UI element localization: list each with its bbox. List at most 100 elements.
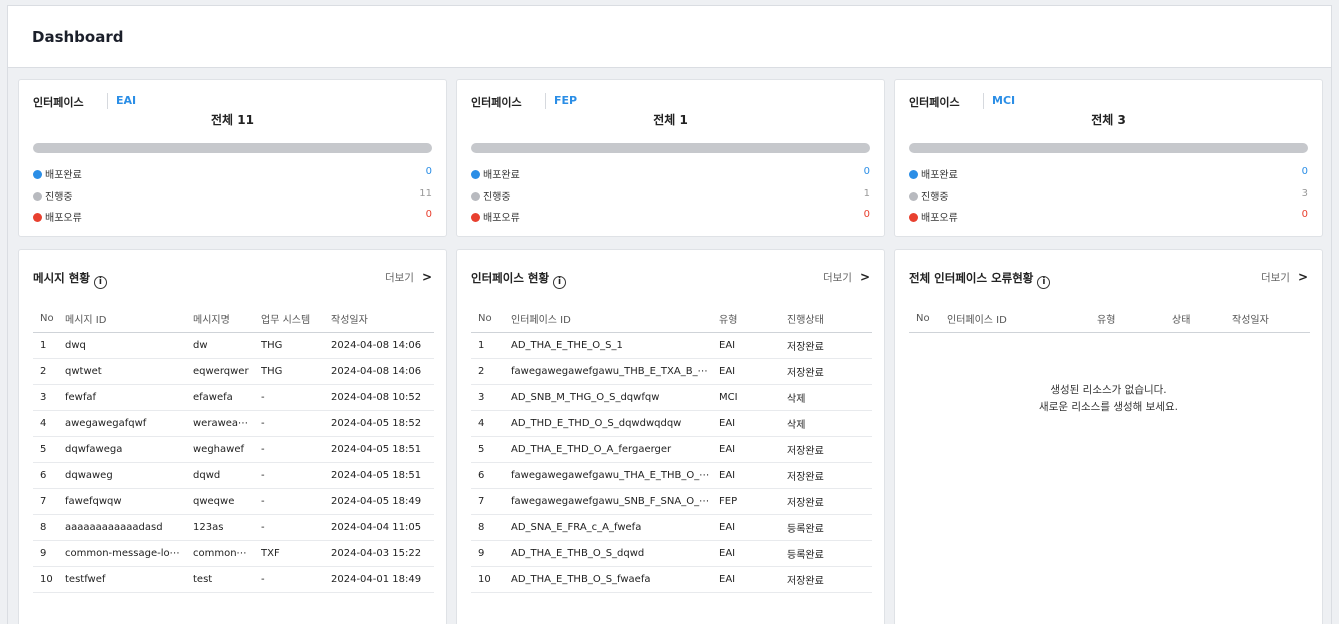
status-label: 진행중 [45, 192, 73, 203]
blue-dot-icon [471, 170, 480, 179]
table-row[interactable]: 10 testfwef test -2024-04-01 18:49 [33, 566, 434, 593]
table-cell: AD_THA_E_THB_O_S_dqwd [511, 540, 719, 567]
column-header: 작성일자 [331, 305, 434, 333]
summary-card-eai: 인터페이스 EAI 전체 11 배포완료 0 진행중 11 배포오류 0 [18, 79, 447, 237]
card-total: 전체 1 [653, 113, 688, 127]
table-cell: - [261, 514, 331, 541]
table-cell: fawegawegawefgawu_SNB_F_SNA_O_⋯ [511, 488, 719, 515]
progress-bar [909, 143, 1308, 153]
status-count: 0 [863, 166, 870, 177]
column-header: 진행상태 [787, 305, 872, 333]
info-icon[interactable]: i [93, 276, 107, 289]
table-row[interactable]: 7 fawegawegawefgawu_SNB_F_SNA_O_⋯ FEP 저장완료 [471, 488, 872, 515]
card-label: 인터페이스 [33, 96, 84, 109]
table-row[interactable]: 9 common-message-lo⋯ common⋯ TXF 2024-04-03 … [33, 540, 434, 567]
table-cell: dqwd [193, 462, 261, 489]
table-cell: 2024-04-05 18:51 [331, 462, 434, 489]
column-header: 유형 [719, 305, 787, 333]
table-row[interactable]: 3 AD_SNB_M_THG_O_S_dqwfqw MCI 삭제 [471, 384, 872, 411]
column-header: 메시지명 [193, 305, 261, 333]
status-count: 3 [1301, 188, 1308, 199]
info-icon[interactable]: i [553, 276, 567, 289]
more-label[interactable]: 더보기 [823, 272, 852, 284]
table-cell: 2024-04-01 18:49 [331, 566, 434, 593]
chevron-right-icon[interactable]: > [422, 270, 432, 284]
panel-title: 인터페이스 현황 i [471, 270, 567, 289]
table-row[interactable]: 2 qwtwet eqwerqwer THG 2024-04-08 14:06 [33, 358, 434, 385]
page-title: Dashboard [32, 28, 124, 46]
more-link[interactable]: 더보기 > [1261, 270, 1308, 285]
column-header: No [909, 305, 947, 333]
status-count: 1 [863, 188, 870, 199]
more-link[interactable]: 더보기 > [823, 270, 870, 285]
table-header-row: No 인터페이스 ID 유형 진행상태 [471, 305, 872, 333]
status-count: 0 [425, 166, 432, 177]
table-row[interactable]: 8 aaaaaaaaaaaadasd 123as -2024-04-04 11:05 [33, 514, 434, 541]
table-row[interactable]: 3 fewfaf efawefa -2024-04-08 10:52 [33, 384, 434, 411]
table-cell: 7 [471, 488, 511, 515]
table-cell: 2024-04-08 14:06 [331, 332, 434, 359]
table-cell: EAI [719, 566, 787, 593]
chevron-right-icon[interactable]: > [1298, 270, 1308, 284]
more-link[interactable]: 더보기 > [385, 270, 432, 285]
table-row[interactable]: 1 AD_THA_E_THE_O_S_1 EAI 저장완료 [471, 332, 872, 359]
table-row[interactable]: 4 AD_THD_E_THD_O_S_dqwdwqdqw EAI 삭제 [471, 410, 872, 437]
table-row[interactable]: 6 fawegawegawefgawu_THA_E_THB_O_⋯ EAI 저장완료 [471, 462, 872, 489]
table-cell: 8 [471, 514, 511, 541]
status-row-error: 배포오류 0 [471, 209, 870, 224]
table-cell: 3 [471, 384, 511, 411]
table-cell: dqwfawega [65, 436, 193, 463]
card-type[interactable]: EAI [116, 94, 136, 107]
table-cell: 저장완료 [787, 462, 872, 489]
status-label: 진행중 [921, 192, 949, 203]
table-cell: qwtwet [65, 358, 193, 385]
table-cell: 삭제 [787, 410, 872, 437]
more-label[interactable]: 더보기 [1261, 272, 1290, 284]
column-header: 유형 [1097, 305, 1172, 333]
info-icon[interactable]: i [1037, 276, 1051, 289]
table-row[interactable]: 9 AD_THA_E_THB_O_S_dqwd EAI 등록완료 [471, 540, 872, 567]
table-cell: AD_THA_E_THD_O_A_fergaerger [511, 436, 719, 463]
card-type[interactable]: FEP [554, 94, 577, 107]
dashboard-frame: Dashboard 인터페이스 EAI 전체 11 배포완료 0 진행중 11 … [7, 5, 1332, 624]
table-cell: AD_THD_E_THD_O_S_dqwdwqdqw [511, 410, 719, 437]
table-cell: AD_SNA_E_FRA_c_A_fwefa [511, 514, 719, 541]
table-row[interactable]: 5 AD_THA_E_THD_O_A_fergaerger EAI 저장완료 [471, 436, 872, 463]
table-cell: fawefqwqw [65, 488, 193, 515]
table-cell: 10 [33, 566, 65, 593]
panel-title-text: 전체 인터페이스 오류현황 [909, 271, 1034, 285]
chevron-right-icon[interactable]: > [860, 270, 870, 284]
table-row[interactable]: 6 dqwaweg dqwd -2024-04-05 18:51 [33, 462, 434, 489]
table-row[interactable]: 5 dqwfawega weghawef -2024-04-05 18:51 [33, 436, 434, 463]
table-cell: 삭제 [787, 384, 872, 411]
table-cell: 저장완료 [787, 436, 872, 463]
table-row[interactable]: 2 fawegawegawefgawu_THB_E_TXA_B_⋯ EAI 저장완료 [471, 358, 872, 385]
divider [107, 93, 108, 109]
column-header: No [33, 305, 65, 333]
panel-title-text: 인터페이스 현황 [471, 271, 550, 285]
status-label: 배포완료 [921, 170, 958, 181]
column-header: 상태 [1172, 305, 1232, 333]
table-cell: 2 [471, 358, 511, 385]
table-cell: - [261, 410, 331, 437]
table-cell: - [261, 462, 331, 489]
table-row[interactable]: 8 AD_SNA_E_FRA_c_A_fwefa EAI 등록완료 [471, 514, 872, 541]
status-count: 11 [419, 188, 432, 199]
table-row[interactable]: 10 AD_THA_E_THB_O_S_fwaefa EAI 저장완료 [471, 566, 872, 593]
table-cell: testfwef [65, 566, 193, 593]
status-label: 배포완료 [483, 170, 520, 181]
empty-message: 생성된 리소스가 없습니다. [1050, 384, 1167, 396]
table-row[interactable]: 7 fawefqwqw qweqwe -2024-04-05 18:49 [33, 488, 434, 515]
error-panel: 전체 인터페이스 오류현황 i 더보기 > No 인터페이스 ID 유형 상태 작성… [894, 249, 1323, 624]
card-total: 전체 11 [211, 113, 254, 127]
page-header: Dashboard [8, 6, 1331, 68]
status-count: 0 [1301, 209, 1308, 220]
table-cell: - [261, 566, 331, 593]
card-type[interactable]: MCI [992, 94, 1015, 107]
table-cell: 123as [193, 514, 261, 541]
table-cell: - [261, 488, 331, 515]
table-row[interactable]: 1 dwq dw THG 2024-04-08 14:06 [33, 332, 434, 359]
more-label[interactable]: 더보기 [385, 272, 414, 284]
table-cell: fawegawegawefgawu_THB_E_TXA_B_⋯ [511, 358, 719, 385]
table-row[interactable]: 4 awegawegafqwf werawea⋯ -2024-04-05 18:52 [33, 410, 434, 437]
